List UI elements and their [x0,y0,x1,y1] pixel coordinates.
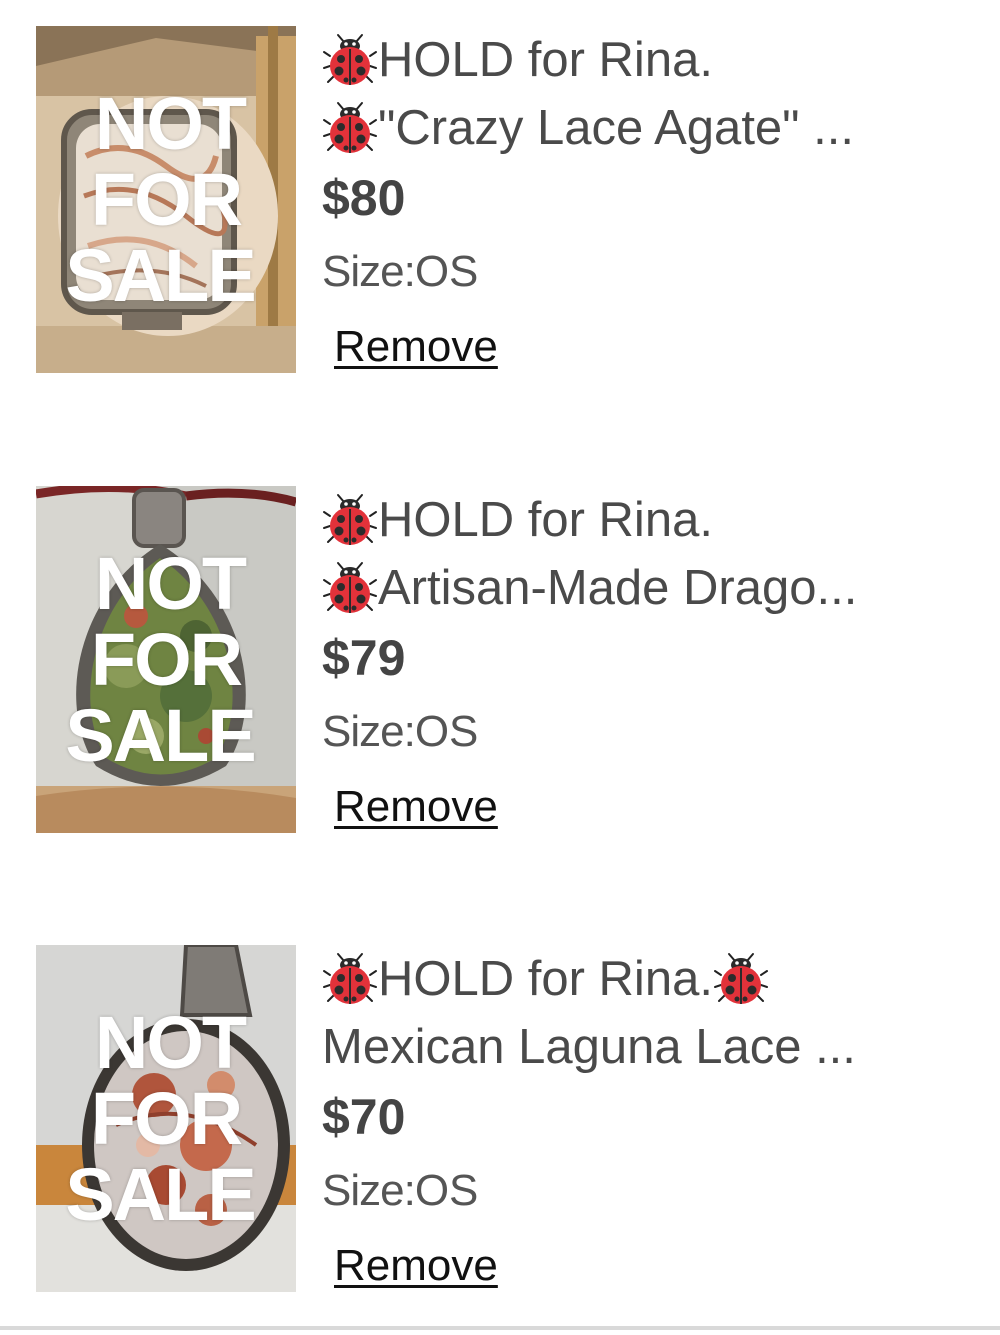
cart-item: NOT FOR SALE HOLD for Rina. Artisan-Made… [0,486,1000,876]
overlay-word: FOR [90,157,243,241]
ladybug-icon [713,951,769,1007]
item-title-text: HOLD for Rina. [378,493,713,547]
ladybug-icon [322,492,378,548]
item-title-text: "Crazy Lace Agate" ... [378,101,855,155]
product-image[interactable]: NOT FOR SALE [36,486,296,833]
remove-button[interactable]: Remove [334,1241,498,1291]
item-title-line1[interactable]: HOLD for Rina. [322,945,982,1013]
item-title-text: Artisan-Made Drago... [378,561,858,615]
overlay-word: NOT [94,541,247,625]
item-size: Size:OS [322,704,982,760]
item-title-text: HOLD for Rina. [378,952,713,1006]
size-label: Size: [322,1166,416,1215]
item-title-line2[interactable]: Mexican Laguna Lace ... [322,1013,982,1081]
size-label: Size: [322,707,416,756]
item-title-line1[interactable]: HOLD for Rina. [322,486,982,554]
divider [0,1326,1000,1330]
remove-button[interactable]: Remove [334,322,498,372]
overlay-word: SALE [65,693,256,777]
not-for-sale-overlay: NOT FOR SALE [36,945,296,1292]
overlay-word: FOR [90,1076,243,1160]
ladybug-icon [322,100,378,156]
item-price: $80 [322,170,406,226]
item-title-line1[interactable]: HOLD for Rina. [322,26,982,94]
cart-item: NOT FOR SALE HOLD for Rina. "Crazy Lace … [0,26,1000,416]
item-price: $79 [322,630,406,686]
size-value: OS [414,707,479,756]
size-label: Size: [322,247,416,296]
cart-item: NOT FOR SALE HOLD for Rina. Mexican Lagu… [0,945,1000,1335]
product-image[interactable]: NOT FOR SALE [36,26,296,373]
size-value: OS [414,1166,479,1215]
not-for-sale-overlay: NOT FOR SALE [36,486,296,833]
item-size: Size:OS [322,244,982,300]
size-value: OS [414,247,479,296]
ladybug-icon [322,951,378,1007]
item-title-line2[interactable]: Artisan-Made Drago... [322,554,982,622]
item-size: Size:OS [322,1163,982,1219]
overlay-word: SALE [65,233,256,317]
remove-button[interactable]: Remove [334,782,498,832]
item-info: HOLD for Rina. "Crazy Lace Agate" ... $8… [322,26,982,372]
overlay-word: SALE [65,1152,256,1236]
item-title-text: Mexican Laguna Lace ... [322,1020,856,1074]
ladybug-icon [322,32,378,88]
item-price: $70 [322,1089,406,1145]
not-for-sale-overlay: NOT FOR SALE [36,26,296,373]
item-info: HOLD for Rina. Artisan-Made Drago... $79… [322,486,982,832]
item-title-line2[interactable]: "Crazy Lace Agate" ... [322,94,982,162]
item-title-text: HOLD for Rina. [378,33,713,87]
overlay-word: NOT [94,1000,247,1084]
overlay-word: NOT [94,81,247,165]
product-image[interactable]: NOT FOR SALE [36,945,296,1292]
ladybug-icon [322,560,378,616]
cart-list: NOT FOR SALE HOLD for Rina. "Crazy Lace … [0,0,1000,1330]
overlay-word: FOR [90,617,243,701]
item-info: HOLD for Rina. Mexican Laguna Lace ... $… [322,945,982,1291]
